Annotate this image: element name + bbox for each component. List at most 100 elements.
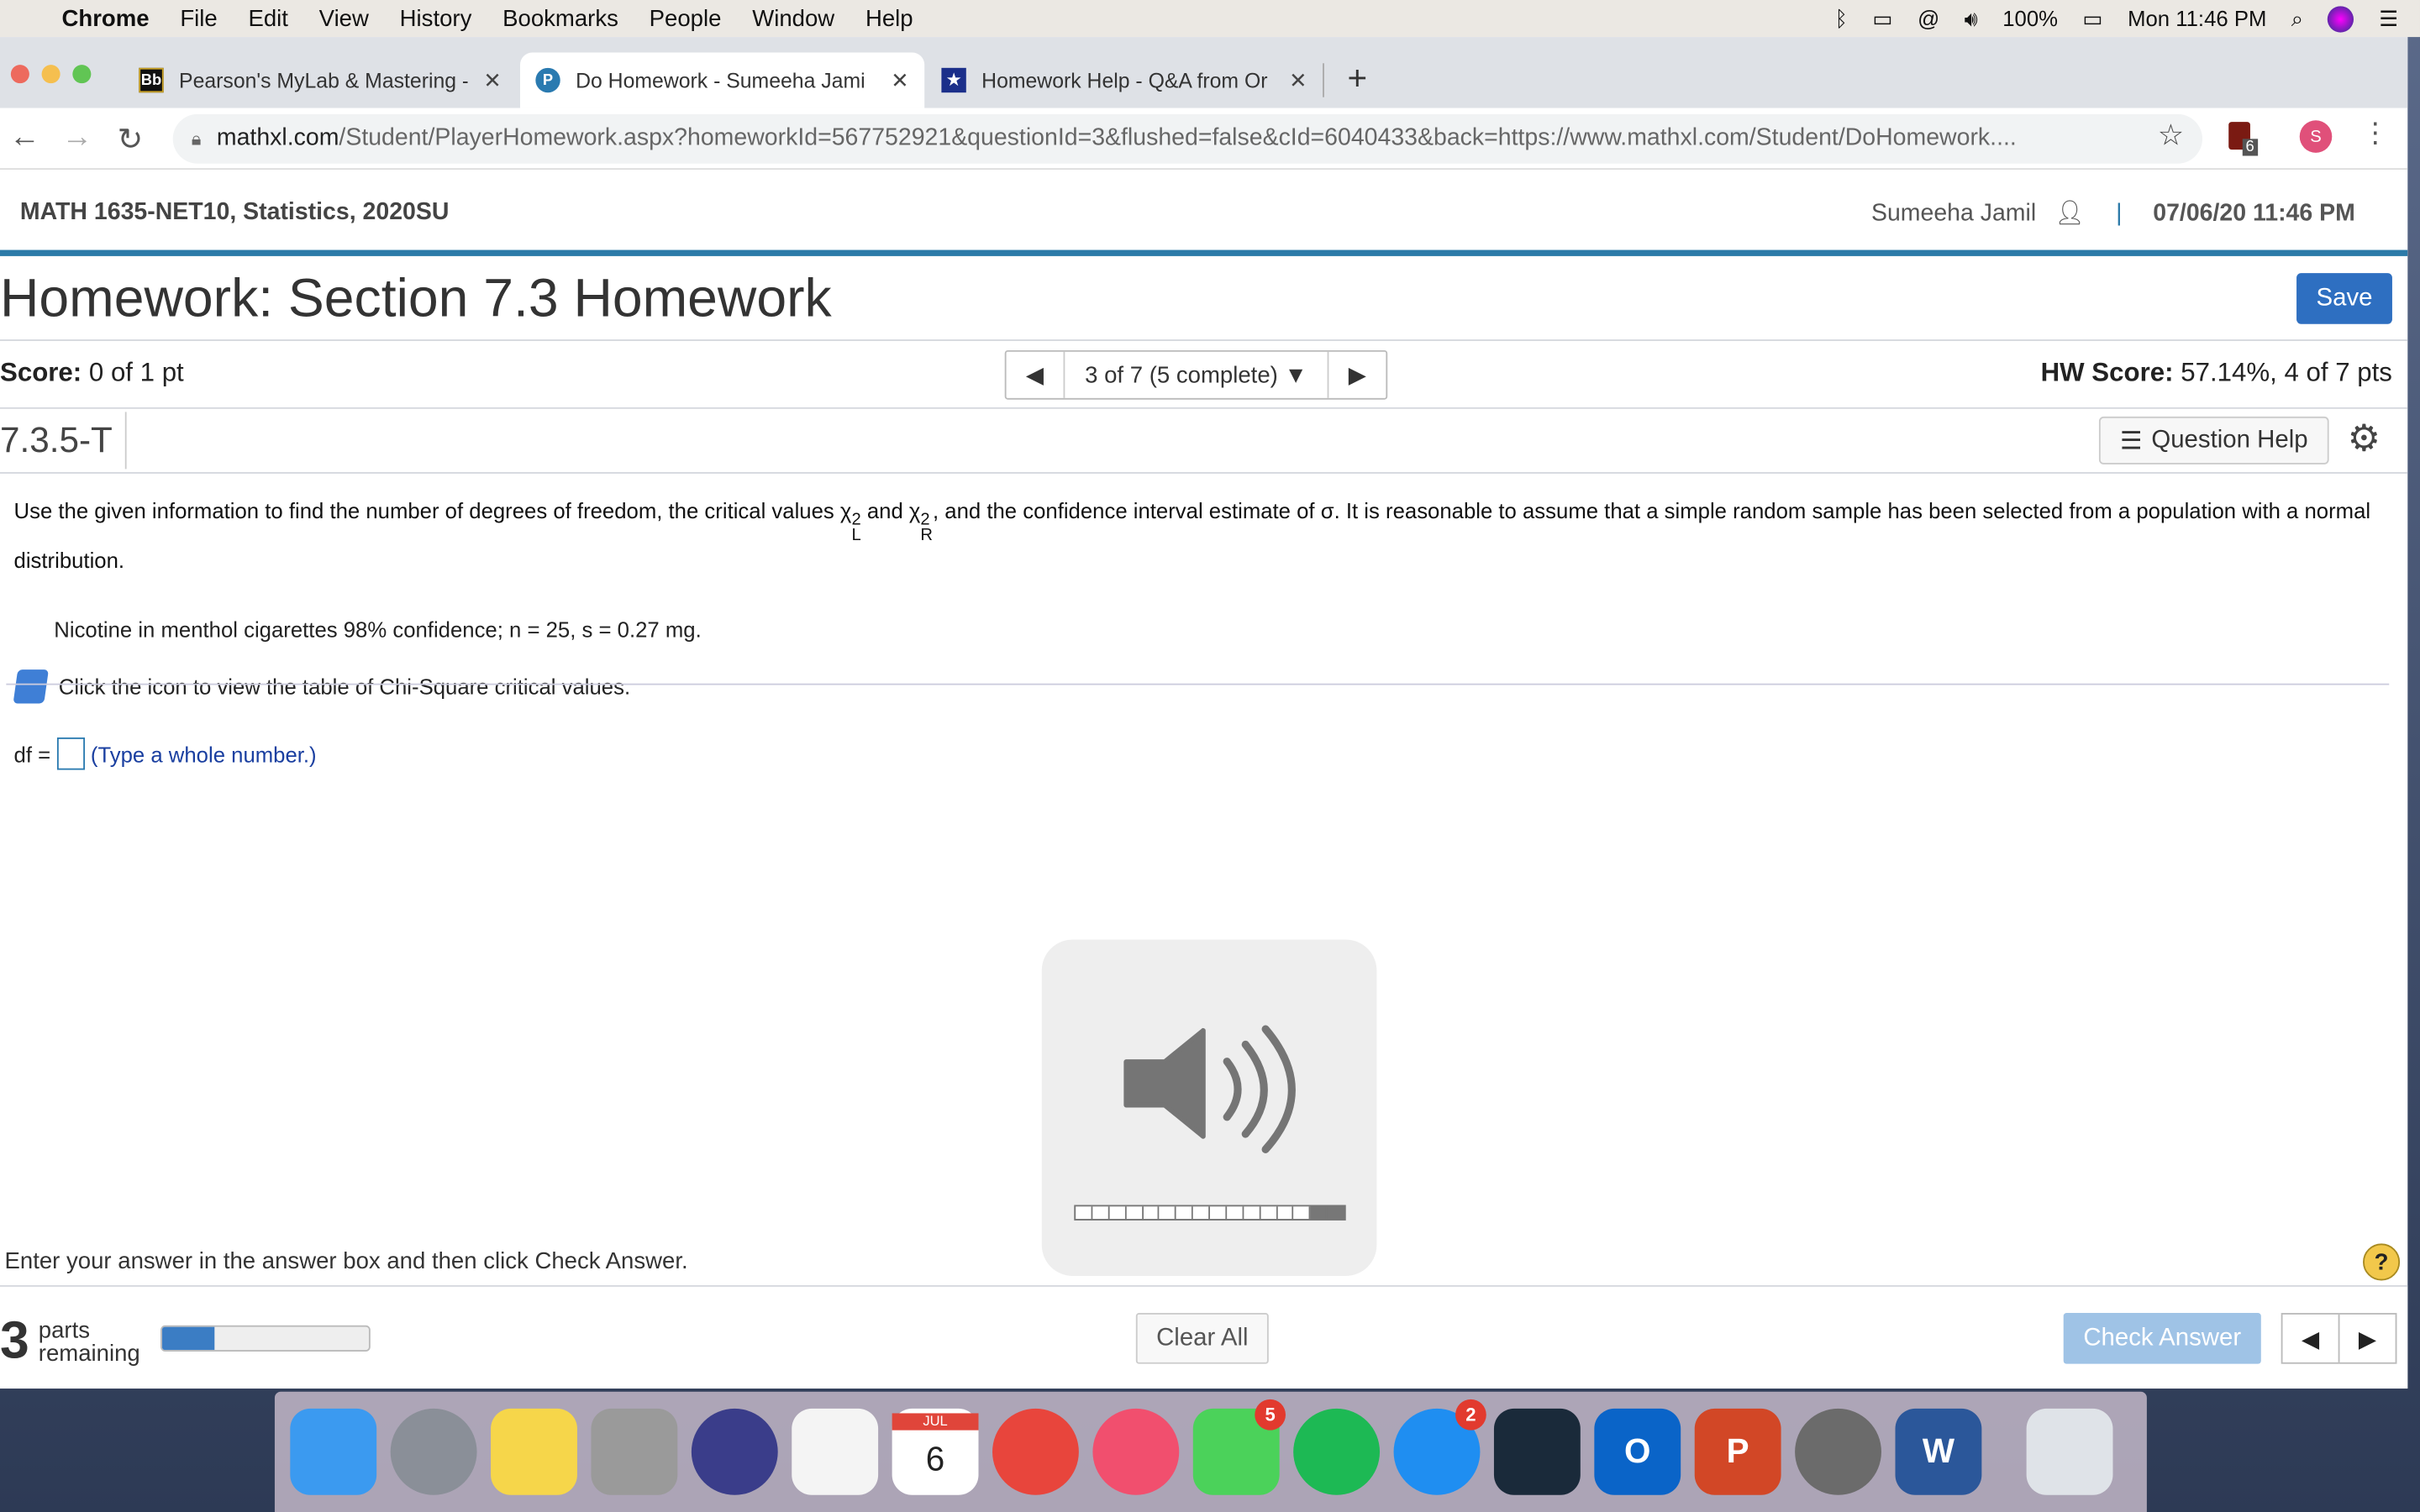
volume-icon[interactable]: 🔊︎ (1965, 5, 1978, 31)
tab-close-icon[interactable]: ✕ (1289, 67, 1307, 93)
pearson-favicon-icon: P (535, 67, 560, 93)
divider (124, 412, 127, 470)
score-value: 0 of 1 pt (88, 358, 184, 388)
menu-view[interactable]: View (319, 5, 369, 31)
separator: | (2116, 199, 2123, 227)
creative-cloud-icon[interactable]: @ (1918, 6, 1939, 30)
tab-strip: Bb Pearson's MyLab & Mastering - ✕ P Do … (0, 37, 2408, 108)
score: Score: 0 of 1 pt (0, 358, 184, 389)
menu-edit[interactable]: Edit (248, 5, 287, 31)
settings-gear-icon[interactable]: ⚙ (2348, 417, 2381, 461)
siri-icon[interactable] (2328, 5, 2354, 32)
spotlight-search-icon[interactable]: ⌕ (2291, 5, 2303, 31)
hw-score: HW Score: 57.14%, 4 of 7 pts (2041, 358, 2392, 389)
tab-pearson[interactable]: Bb Pearson's MyLab & Mastering - ✕ (124, 52, 517, 108)
dock-powerpoint-icon[interactable]: P (1694, 1408, 1781, 1495)
divider (6, 683, 2390, 685)
dock-calendar-icon[interactable]: JUL 6 (892, 1408, 979, 1495)
menu-people[interactable]: People (650, 5, 722, 31)
chegg-favicon-icon: ★ (941, 67, 966, 93)
df-label: df = (13, 741, 51, 766)
volume-segment (1209, 1206, 1227, 1220)
screen: Chrome File Edit View History Bookmarks … (0, 0, 2420, 1512)
close-window-button[interactable] (10, 65, 29, 84)
bookmark-star-icon[interactable]: ☆ (2158, 118, 2184, 154)
bluetooth-icon[interactable]: ᛒ (1835, 6, 1848, 30)
next-part-button[interactable]: ▶ (2338, 1314, 2396, 1362)
dock-icon-label: P (1726, 1431, 1749, 1471)
profile-avatar[interactable]: S (2299, 120, 2333, 153)
dock-outlook-icon[interactable]: O (1594, 1408, 1681, 1495)
dock-icon-label: W (1922, 1431, 1954, 1471)
address-bar[interactable]: 🔒︎ mathxl.com /Student/PlayerHomework.as… (172, 113, 2203, 164)
question-select[interactable]: 3 of 7 (5 complete) ▼ (1063, 351, 1329, 398)
back-icon[interactable]: ← (9, 120, 40, 155)
forward-icon[interactable]: → (61, 120, 92, 155)
tab-close-icon[interactable]: ✕ (891, 67, 909, 93)
dock-finder-icon[interactable] (290, 1408, 377, 1495)
user-icon: 👤︎ (2054, 200, 2086, 227)
user-name[interactable]: Sumeeha Jamil (1871, 200, 2036, 228)
next-question-button[interactable]: ▶ (1328, 352, 1386, 398)
question-select-value: 3 of 7 (5 complete) (1085, 361, 1278, 388)
zoom-window-button[interactable] (72, 65, 92, 84)
previous-part-button[interactable]: ◀ (2283, 1315, 2338, 1362)
dock-system-preferences-icon[interactable] (1795, 1408, 1881, 1495)
dock-chrome-icon[interactable] (992, 1408, 1079, 1495)
menu-chrome[interactable]: Chrome (61, 5, 149, 31)
airplay-icon[interactable]: ▭ (1872, 5, 1892, 31)
clock[interactable]: Mon 11:46 PM (2128, 6, 2266, 30)
check-answer-button[interactable]: Check Answer (2063, 1313, 2261, 1364)
tab-do-homework[interactable]: P Do Homework - Sumeeha Jami ✕ (519, 52, 925, 108)
dock-facetime-icon[interactable]: 5 (1192, 1399, 1286, 1495)
dock-reminders-icon[interactable] (792, 1408, 879, 1495)
menu-bookmarks[interactable]: Bookmarks (502, 5, 618, 31)
volume-segment (1143, 1206, 1160, 1220)
chi-square-table-link[interactable]: Click the icon to view the table of Chi-… (13, 669, 630, 704)
dock-siri-icon[interactable] (691, 1408, 778, 1495)
lock-icon: 🔒︎ (191, 127, 202, 150)
minimize-window-button[interactable] (41, 65, 60, 84)
volume-segment (1126, 1206, 1144, 1220)
volume-segment (1327, 1206, 1344, 1220)
score-label: Score: (0, 358, 82, 388)
dock-notes-icon[interactable] (491, 1408, 577, 1495)
divider (0, 339, 2408, 341)
dock-kindle-icon[interactable] (1493, 1408, 1581, 1495)
question-help-button[interactable]: ☰ Question Help (2098, 416, 2329, 465)
chrome-menu-icon[interactable]: ⋮ (2361, 118, 2389, 150)
reload-icon[interactable]: ↻ (118, 120, 144, 159)
user-info: Sumeeha Jamil 👤︎ | 07/06/20 11:46 PM (1871, 199, 2355, 228)
dock-badge: 5 (1255, 1399, 1286, 1431)
tab-close-icon[interactable]: ✕ (483, 67, 502, 93)
menu-file[interactable]: File (180, 5, 217, 31)
book-icon[interactable] (13, 669, 49, 704)
dock-spotify-icon[interactable] (1293, 1408, 1381, 1495)
menu-window[interactable]: Window (752, 5, 834, 31)
dock-launchpad-icon[interactable] (390, 1408, 477, 1495)
browser-toolbar: ← → ↻ 🔒︎ mathxl.com /Student/PlayerHomew… (0, 108, 2408, 171)
dock-badge: 2 (1455, 1399, 1486, 1431)
dock-word-icon[interactable]: W (1895, 1408, 1982, 1495)
df-input[interactable] (56, 737, 85, 770)
dock-music-icon[interactable] (1092, 1408, 1180, 1495)
clear-all-button[interactable]: Clear All (1135, 1313, 1269, 1364)
notification-center-icon[interactable]: ☰ (2379, 5, 2398, 31)
dock-trash-icon[interactable] (2026, 1408, 2113, 1495)
remaining-label: remaining (38, 1340, 140, 1367)
macos-dock: JUL 6 5 2 O P W (274, 1391, 2147, 1512)
calendar-month-label: JUL (892, 1413, 979, 1431)
menu-history[interactable]: History (400, 5, 472, 31)
previous-question-button[interactable]: ◀ (1007, 352, 1064, 398)
save-button[interactable]: Save (2296, 273, 2392, 324)
new-tab-button[interactable]: + (1347, 59, 1367, 99)
help-button[interactable]: ? (2363, 1243, 2401, 1281)
dock-icon-label: O (1624, 1431, 1651, 1471)
dock-calculator-icon[interactable] (591, 1408, 678, 1495)
hw-score-value: 57.14%, 4 of 7 pts (2181, 358, 2392, 388)
battery-percent[interactable]: 100% (2002, 6, 2058, 30)
volume-segment (1310, 1206, 1328, 1220)
dock-app-store-icon[interactable]: 2 (1393, 1399, 1486, 1495)
menu-help[interactable]: Help (865, 5, 913, 31)
tab-homework-help[interactable]: ★ Homework Help - Q&A from Or ✕ (926, 63, 1324, 97)
